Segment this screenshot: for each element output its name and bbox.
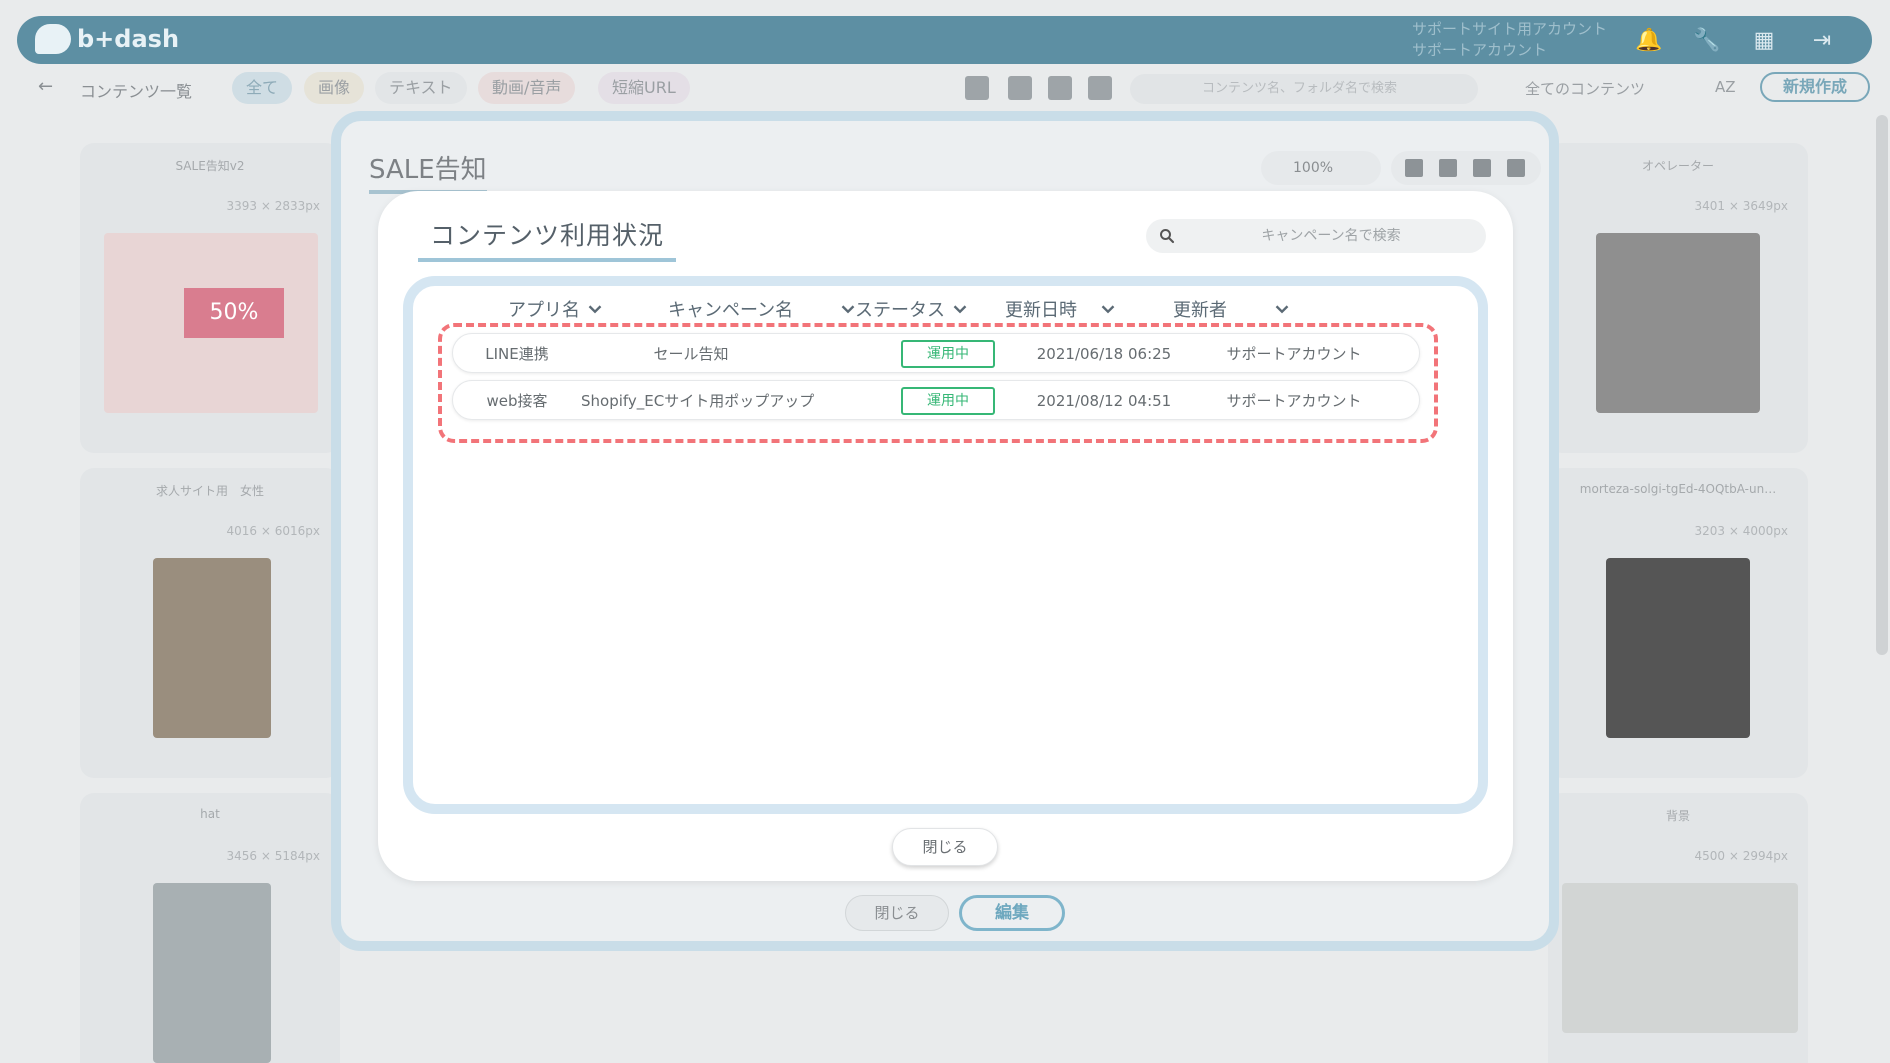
chevron-down-icon <box>588 305 602 314</box>
card-title: 背景 <box>1665 809 1690 823</box>
zoom-select[interactable]: 100% <box>1261 151 1381 185</box>
logo-text: b+dash <box>77 25 180 53</box>
card-title: morteza-solgi-tgEd-4OQtbA-un… <box>1579 482 1777 496</box>
filter-short-url[interactable]: 短縮URL <box>598 72 690 104</box>
wrench-icon[interactable]: 🔧 <box>1693 28 1720 54</box>
cell-app: web接客 <box>486 392 548 410</box>
bell-icon[interactable]: 🔔 <box>1635 28 1662 54</box>
account-site-name: サポートサイト用アカウント <box>1412 20 1608 38</box>
top-bar: b+dash サポートサイト用アカウント サポートアカウント 🔔 🔧 ▦ ⇥ <box>17 16 1872 64</box>
content-card[interactable]: morteza-solgi-tgEd-4OQtbA-un… 3203 × 400… <box>1548 468 1808 778</box>
logo-mark-icon <box>35 24 71 54</box>
detail-toolbar <box>1391 151 1541 185</box>
new-content-button[interactable]: 新規作成 <box>1760 72 1870 102</box>
copy-icon[interactable] <box>1048 76 1072 100</box>
card-thumbnail <box>1562 883 1798 1033</box>
campaign-search-input[interactable] <box>1186 219 1476 253</box>
column-header-updated-by[interactable]: 更新者 <box>1173 296 1293 322</box>
cell-campaign: セール告知 <box>653 345 729 363</box>
card-size: 3456 × 5184px <box>226 849 320 863</box>
detail-edit-button[interactable]: 編集 <box>959 895 1065 931</box>
card-thumbnail <box>153 558 271 738</box>
detail-title: SALE告知 <box>369 149 487 194</box>
link-icon[interactable] <box>1473 159 1491 177</box>
card-size: 3401 × 3649px <box>1694 199 1788 213</box>
page-title: コンテンツ一覧 <box>80 82 193 101</box>
card-size: 3203 × 4000px <box>1694 524 1788 538</box>
column-header-campaign[interactable]: キャンペーン名 <box>668 296 859 322</box>
usage-table: アプリ名 キャンペーン名 ステータス 更新日時 更新者 LINE連携 セール告知… <box>403 276 1488 814</box>
card-title: SALE告知v2 <box>175 159 245 173</box>
cell-updated-at: 2021/06/18 06:25 <box>1036 345 1172 363</box>
column-header-label: キャンペーン名 <box>668 300 794 321</box>
sale-image: 50% <box>104 233 318 413</box>
content-card[interactable]: SALE告知v2 3393 × 2833px 50% <box>80 143 340 453</box>
card-title: 求人サイト用 女性 <box>155 484 264 498</box>
chevron-down-icon <box>1275 305 1289 314</box>
column-header-status[interactable]: ステータス <box>855 296 971 322</box>
filter-all[interactable]: 全て <box>232 72 293 104</box>
detail-close-button[interactable]: 閉じる <box>845 895 949 931</box>
table-row[interactable]: LINE連携 セール告知 運用中 2021/06/18 06:25 サポートアカ… <box>452 333 1420 373</box>
card-size: 4500 × 2994px <box>1694 849 1788 863</box>
filter-video-audio[interactable]: 動画/音声 <box>478 72 576 104</box>
cell-updated-by: サポートアカウント <box>1226 392 1362 410</box>
close-button[interactable]: 閉じる <box>892 828 998 866</box>
content-card[interactable]: 求人サイト用 女性 4016 × 6016px <box>80 468 340 778</box>
cell-updated-by: サポートアカウント <box>1226 345 1362 363</box>
app-logo[interactable]: b+dash <box>35 24 179 54</box>
column-header-label: 更新者 <box>1173 300 1227 321</box>
logout-icon[interactable]: ⇥ <box>1809 28 1835 54</box>
cell-campaign: Shopify_ECサイト用ポップアップ <box>581 392 815 410</box>
new-folder-icon[interactable] <box>965 76 989 100</box>
link-icon[interactable] <box>1008 76 1032 100</box>
status-badge: 運用中 <box>901 340 995 368</box>
column-header-label: アプリ名 <box>508 300 580 321</box>
sale-badge: 50% <box>184 288 284 338</box>
content-usage-modal: コンテンツ利用状況 アプリ名 キャンペーン名 ステータス 更新日時 更新者 <box>378 191 1513 881</box>
sort-az-icon[interactable]: AZ <box>1715 78 1736 96</box>
status-badge: 運用中 <box>901 387 995 415</box>
trash-icon[interactable] <box>1439 159 1457 177</box>
column-header-label: ステータス <box>855 300 945 321</box>
account-user-name: サポートアカウント <box>1412 41 1548 59</box>
card-thumbnail <box>153 883 271 1063</box>
copy-icon[interactable] <box>1405 159 1423 177</box>
trash-icon[interactable] <box>1088 76 1112 100</box>
card-thumbnail <box>1596 233 1760 413</box>
card-title: hat <box>200 807 220 821</box>
usage-check-icon[interactable] <box>1507 159 1525 177</box>
content-type-select[interactable]: 全てのコンテンツ <box>1525 78 1645 99</box>
apps-grid-icon[interactable]: ▦ <box>1751 28 1777 54</box>
card-title: オペレーター <box>1641 159 1714 173</box>
column-header-updated-at[interactable]: 更新日時 <box>1005 296 1119 322</box>
chevron-down-icon <box>1101 305 1115 314</box>
chevron-down-icon <box>953 305 967 314</box>
content-card[interactable]: オペレーター 3401 × 3649px <box>1548 143 1808 453</box>
back-arrow-icon[interactable]: ← <box>38 76 53 97</box>
cell-app: LINE連携 <box>485 345 549 363</box>
filter-image[interactable]: 画像 <box>304 72 365 104</box>
card-size: 3393 × 2833px <box>226 199 320 213</box>
column-header-app[interactable]: アプリ名 <box>508 296 606 322</box>
content-search-input[interactable]: コンテンツ名、フォルダ名で検索 <box>1130 74 1478 104</box>
filter-text[interactable]: テキスト <box>375 72 467 104</box>
modal-title: コンテンツ利用状況 <box>418 216 677 262</box>
account-info[interactable]: サポートサイト用アカウント サポートアカウント <box>1412 19 1607 61</box>
sub-bar: ← コンテンツ一覧 全て 画像 テキスト 動画/音声 短縮URL コンテンツ名、… <box>10 70 1880 108</box>
search-icon <box>1160 229 1175 244</box>
cell-updated-at: 2021/08/12 04:51 <box>1036 392 1172 410</box>
content-card[interactable]: 背景 4500 × 2994px <box>1548 793 1808 1063</box>
card-thumbnail <box>1606 558 1750 738</box>
column-header-label: 更新日時 <box>1005 300 1077 321</box>
card-size: 4016 × 6016px <box>226 524 320 538</box>
content-card[interactable]: hat 3456 × 5184px <box>80 793 340 1063</box>
scrollbar[interactable] <box>1876 115 1888 655</box>
campaign-search <box>1146 219 1486 253</box>
table-row[interactable]: web接客 Shopify_ECサイト用ポップアップ 運用中 2021/08/1… <box>452 380 1420 420</box>
